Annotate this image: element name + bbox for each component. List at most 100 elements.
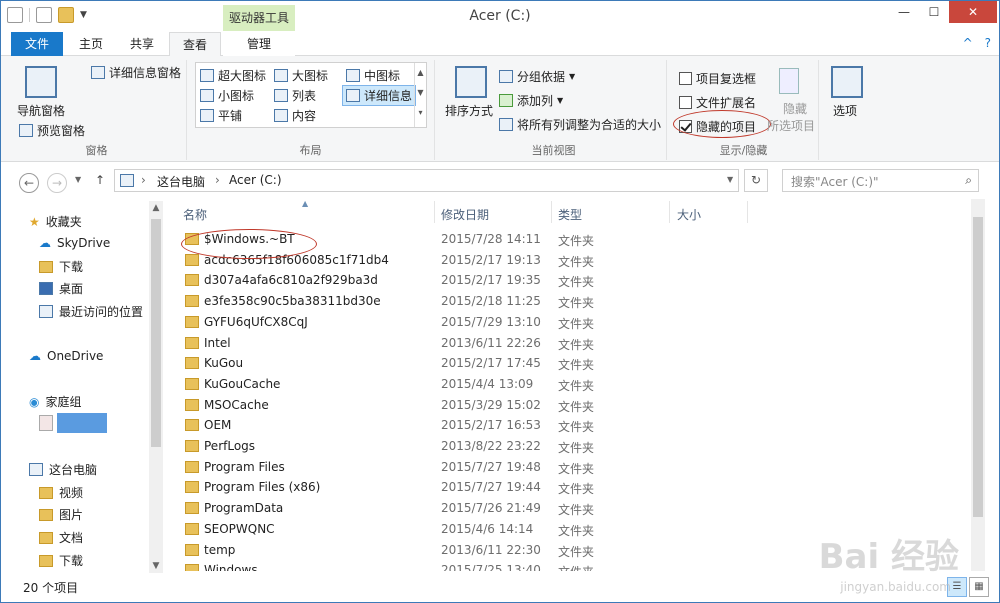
address-field[interactable]: › 这台电脑 › Acer (C:) ▼ bbox=[114, 169, 739, 192]
tab-home[interactable]: 主页 bbox=[68, 32, 114, 56]
file-type: 文件夹 bbox=[558, 296, 595, 311]
column-modified[interactable]: 修改日期 bbox=[441, 206, 489, 223]
search-input[interactable]: 搜索"Acer (C:)" ⌕ bbox=[782, 169, 979, 192]
breadcrumb-this-pc[interactable]: 这台电脑 bbox=[157, 173, 205, 190]
file-modified: 2015/2/17 19:13 bbox=[441, 252, 541, 267]
nav-onedrive[interactable]: ☁ OneDrive bbox=[29, 349, 103, 363]
back-button[interactable]: ← bbox=[19, 173, 39, 193]
sort-by-button[interactable]: 排序方式 bbox=[445, 102, 493, 119]
layout-tiles[interactable]: 平铺 bbox=[200, 107, 242, 124]
group-options: 选项 bbox=[821, 60, 871, 160]
layout-gallery-scroll[interactable]: ▲ ▼ ▾ bbox=[414, 63, 426, 127]
maximize-button[interactable]: ☐ bbox=[919, 1, 949, 23]
table-row[interactable]: ProgramData 2015/7/26 21:49 文件夹 bbox=[171, 498, 971, 519]
file-extensions-toggle[interactable]: 文件扩展名 bbox=[679, 94, 756, 111]
group-by-button[interactable]: 分组依据 ▼ bbox=[499, 68, 575, 85]
file-name-cell: Intel bbox=[185, 336, 231, 350]
user-name-redacted[interactable] bbox=[57, 413, 107, 433]
scroll-up-icon[interactable]: ▲ bbox=[149, 203, 163, 213]
nav-documents[interactable]: 文档 bbox=[39, 529, 83, 546]
nav-videos[interactable]: 视频 bbox=[39, 484, 83, 501]
table-row[interactable]: MSOCache 2015/3/29 15:02 文件夹 bbox=[171, 395, 971, 416]
table-row[interactable]: Program Files 2015/7/27 19:48 文件夹 bbox=[171, 457, 971, 478]
layout-content[interactable]: 内容 bbox=[274, 107, 316, 124]
table-row[interactable]: GYFU6qUfCX8CqJ 2015/7/29 13:10 文件夹 bbox=[171, 312, 971, 333]
large-icons-view-icon[interactable]: ▦ bbox=[969, 577, 989, 597]
add-columns-button[interactable]: 添加列 ▼ bbox=[499, 92, 563, 109]
medium-icons-icon bbox=[346, 69, 360, 82]
preview-pane-button[interactable]: 预览窗格 bbox=[19, 122, 85, 139]
nav-pictures[interactable]: 图片 bbox=[39, 506, 83, 523]
navigation-pane-button[interactable]: 导航窗格 bbox=[17, 102, 65, 119]
options-button[interactable]: 选项 bbox=[833, 102, 857, 119]
column-divider[interactable] bbox=[551, 201, 552, 223]
nav-downloads[interactable]: 下载 bbox=[39, 258, 83, 275]
navigation-pane-scrollbar[interactable]: ▲ ▼ bbox=[149, 201, 163, 573]
close-button[interactable]: ✕ bbox=[949, 1, 997, 23]
nav-homegroup[interactable]: ◉ 家庭组 bbox=[29, 393, 82, 410]
cloud-icon: ☁ bbox=[39, 236, 51, 250]
fit-columns-button[interactable]: 将所有列调整为合适的大小 bbox=[499, 116, 661, 133]
file-name-cell: KuGouCache bbox=[185, 377, 280, 391]
table-row[interactable]: KuGouCache 2015/4/4 13:09 文件夹 bbox=[171, 374, 971, 395]
table-row[interactable]: KuGou 2015/2/17 17:45 文件夹 bbox=[171, 353, 971, 374]
table-row[interactable]: Intel 2013/6/11 22:26 文件夹 bbox=[171, 333, 971, 354]
item-checkboxes-toggle[interactable]: 项目复选框 bbox=[679, 70, 756, 87]
hide-selected-label-1: 隐藏 bbox=[783, 102, 808, 116]
nav-favorites[interactable]: ★ 收藏夹 bbox=[29, 213, 82, 230]
forward-button[interactable]: → bbox=[47, 173, 67, 193]
column-divider[interactable] bbox=[669, 201, 670, 223]
table-row[interactable]: PerfLogs 2013/8/22 23:22 文件夹 bbox=[171, 436, 971, 457]
nav-recent[interactable]: 最近访问的位置 bbox=[39, 303, 143, 320]
refresh-button[interactable]: ↻ bbox=[744, 169, 768, 192]
layout-details[interactable]: 详细信息 bbox=[342, 85, 417, 106]
nav-desktop[interactable]: 桌面 bbox=[39, 280, 83, 297]
tab-manage[interactable]: 管理 bbox=[223, 32, 295, 56]
tab-file[interactable]: 文件 bbox=[11, 32, 63, 56]
nav-this-pc[interactable]: 这台电脑 bbox=[29, 461, 97, 478]
column-divider[interactable] bbox=[434, 201, 435, 223]
tab-view[interactable]: 查看 bbox=[169, 32, 221, 57]
layout-extra-large-icons[interactable]: 超大图标 bbox=[200, 67, 266, 84]
layout-medium-icons[interactable]: 中图标 bbox=[346, 67, 400, 84]
nav-skydrive[interactable]: ☁ SkyDrive bbox=[39, 236, 110, 250]
details-pane-button[interactable]: 详细信息窗格 bbox=[91, 64, 181, 81]
scroll-thumb[interactable] bbox=[973, 217, 983, 517]
explorer-window: ▼ 驱动器工具 Acer (C:) — ☐ ✕ 文件 主页 共享 查看 管理 ^… bbox=[0, 0, 1000, 603]
group-show-hide: 项目复选框 文件扩展名 隐藏的项目 隐藏 所选项目 显示/隐藏 bbox=[669, 60, 819, 160]
navigation-pane-label: 导航窗格 bbox=[17, 104, 66, 118]
file-list-scrollbar[interactable] bbox=[971, 199, 985, 571]
scroll-down-icon[interactable]: ▼ bbox=[149, 561, 163, 571]
item-checkboxes-checkbox[interactable] bbox=[679, 72, 692, 85]
address-dropdown-icon[interactable]: ▼ bbox=[727, 175, 733, 184]
recent-locations-icon[interactable]: ▼ bbox=[75, 175, 81, 184]
minimize-button[interactable]: — bbox=[889, 1, 919, 23]
hide-selected-icon bbox=[779, 68, 799, 94]
layout-large-icons[interactable]: 大图标 bbox=[274, 67, 328, 84]
column-size[interactable]: 大小 bbox=[677, 206, 701, 223]
table-row[interactable]: e3fe358c90c5ba38311bd30e 2015/2/18 11:25 文… bbox=[171, 291, 971, 312]
layout-small-icons[interactable]: 小图标 bbox=[200, 87, 254, 104]
scroll-thumb[interactable] bbox=[151, 219, 161, 447]
sort-by-label: 排序方式 bbox=[445, 104, 494, 118]
table-row[interactable]: d307a4afa6c810a2f929ba3d 2015/2/17 19:35 文… bbox=[171, 270, 971, 291]
folder-icon bbox=[185, 274, 199, 287]
layout-list[interactable]: 列表 bbox=[274, 87, 316, 104]
hide-selected-button[interactable]: 隐藏 所选项目 bbox=[767, 100, 815, 134]
breadcrumb-drive[interactable]: Acer (C:) bbox=[229, 173, 282, 187]
group-by-icon bbox=[499, 70, 513, 83]
table-row[interactable]: Program Files (x86) 2015/7/27 19:44 文件夹 bbox=[171, 477, 971, 498]
file-modified: 2015/2/17 19:35 bbox=[441, 273, 541, 288]
file-extensions-checkbox[interactable] bbox=[679, 96, 692, 109]
collapse-ribbon-icon[interactable]: ^ bbox=[963, 36, 973, 50]
up-button[interactable]: ↑ bbox=[95, 173, 105, 187]
nav-downloads-pc[interactable]: 下载 bbox=[39, 552, 83, 569]
pictures-folder-icon bbox=[39, 508, 53, 521]
column-name[interactable]: 名称 bbox=[183, 206, 207, 223]
help-icon[interactable]: ? bbox=[985, 36, 991, 50]
tab-share[interactable]: 共享 bbox=[119, 32, 165, 56]
table-row[interactable]: OEM 2015/2/17 16:53 文件夹 bbox=[171, 415, 971, 436]
column-divider[interactable] bbox=[747, 201, 748, 223]
column-type[interactable]: 类型 bbox=[558, 206, 582, 223]
add-columns-label: 添加列 bbox=[517, 94, 554, 108]
